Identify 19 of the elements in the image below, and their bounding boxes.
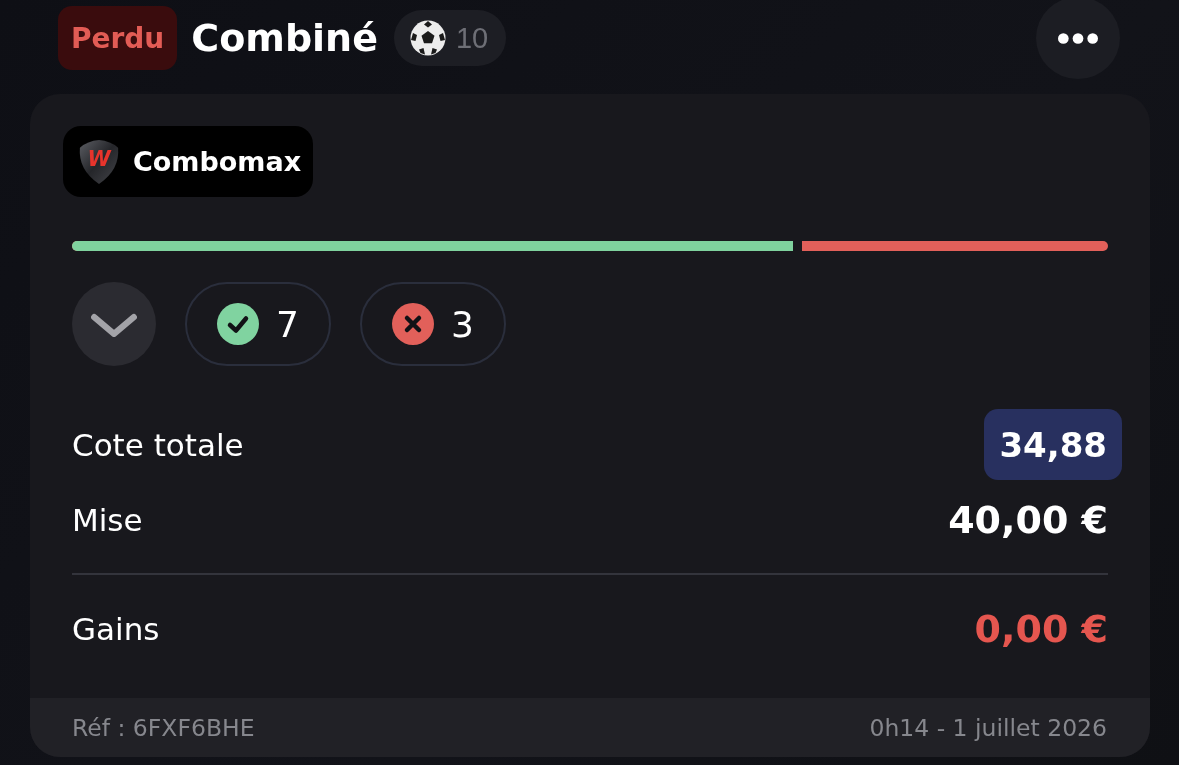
summary-label: Mise	[72, 502, 143, 538]
stake-value: 40,00 €	[948, 498, 1108, 542]
promo-label: Combomax	[133, 146, 302, 177]
tally-count: 7	[276, 303, 299, 345]
selection-count: 10	[455, 21, 489, 55]
total-odds-value: 34,88	[984, 409, 1122, 480]
summary-label: Gains	[72, 611, 160, 647]
more-icon	[1058, 32, 1098, 44]
bet-title: Combiné	[191, 16, 378, 60]
winnings-value: 0,00 €	[974, 607, 1108, 651]
shield-icon	[78, 138, 120, 185]
chevron-icon	[91, 312, 137, 338]
summary-label: Cote totale	[72, 426, 244, 463]
reference-text: Réf : 6FXF6BHE	[72, 713, 255, 742]
soccer-ball-icon	[409, 20, 446, 56]
date-text: 0h14 - 1 juillet 2026	[869, 713, 1107, 742]
logo-letter: W	[86, 146, 113, 171]
tally-count: 3	[450, 303, 474, 345]
status-badge: Perdu	[58, 6, 178, 70]
